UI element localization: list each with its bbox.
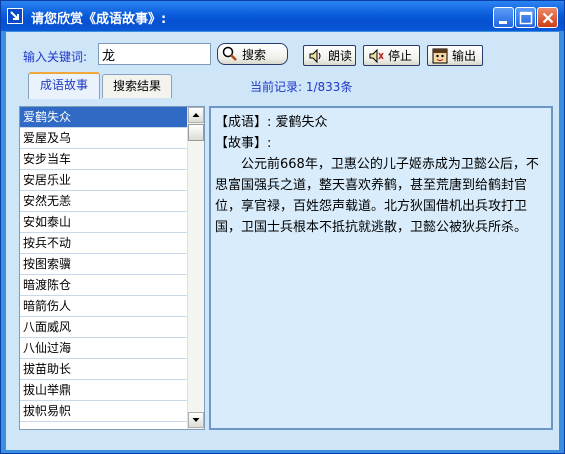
list-item[interactable]: 拔苗助长 <box>20 359 188 380</box>
down-arrow-icon <box>192 418 200 422</box>
list-item[interactable]: 拔山举鼎 <box>20 380 188 401</box>
speaker-icon <box>307 47 325 65</box>
scroll-up-button[interactable] <box>188 107 204 123</box>
story-text: 公元前668年，卫惠公的儿子姬赤成为卫懿公后，不思富国强兵之道，整天喜欢养鹤，甚… <box>215 157 539 235</box>
maximize-icon <box>519 11 533 25</box>
record-counter: 当前记录: 1/833条 <box>250 80 353 94</box>
idiom-line: 【成语】: 爱鹤失众 <box>215 115 328 130</box>
window-title: 请您欣赏《成语故事》: <box>31 12 167 27</box>
read-button-label: 朗读 <box>328 49 353 63</box>
tab-idiom-story[interactable]: 成语故事 <box>28 72 100 99</box>
up-arrow-icon <box>192 113 200 117</box>
scroll-down-button[interactable] <box>188 412 204 428</box>
story-panel[interactable]: 【成语】: 爱鹤失众 【故事】: 公元前668年，卫惠公的儿子姬赤成为卫懿公后，… <box>209 106 553 430</box>
search-button[interactable]: 搜索 <box>217 43 288 65</box>
list-scrollbar[interactable] <box>187 107 204 429</box>
list-item[interactable]: 暗渡陈仓 <box>20 275 188 296</box>
magnifier-icon <box>221 45 239 63</box>
maximize-button[interactable] <box>515 7 536 28</box>
exit-button[interactable]: 输出 <box>427 45 483 66</box>
list-item[interactable]: 爱屋及乌 <box>20 128 188 149</box>
list-item[interactable]: 爱鹤失众 <box>20 107 188 128</box>
stop-button-label: 停止 <box>388 49 413 63</box>
title-bar[interactable]: 请您欣赏《成语故事》: <box>1 1 564 31</box>
list-item[interactable]: 按图索骥 <box>20 254 188 275</box>
list-item[interactable]: 八仙过海 <box>20 338 188 359</box>
close-button[interactable] <box>537 7 558 28</box>
list-item[interactable]: 安居乐业 <box>20 170 188 191</box>
list-item[interactable]: 拔帜易帜 <box>20 401 188 422</box>
arrow-icon[interactable] <box>7 8 23 24</box>
tab-search-results[interactable]: 搜索结果 <box>102 74 172 98</box>
app-window: 请您欣赏《成语故事》: 输入关键词: 龙 搜索 朗读 停止 输出 成语故事 搜索… <box>0 0 565 454</box>
list-item[interactable]: 安如泰山 <box>20 212 188 233</box>
keyword-input[interactable] <box>98 43 211 65</box>
list-item[interactable]: 安步当车 <box>20 149 188 170</box>
search-button-label: 搜索 <box>242 47 267 62</box>
keyword-label: 输入关键词: <box>23 50 88 64</box>
speaker-stop-icon <box>367 47 385 65</box>
minimize-button[interactable] <box>493 7 514 28</box>
list-item[interactable]: 按兵不动 <box>20 233 188 254</box>
face-icon <box>431 47 449 65</box>
list-item[interactable]: 暗箭伤人 <box>20 296 188 317</box>
minimize-icon <box>499 21 507 24</box>
idiom-list-items: 爱鹤失众 爱屋及乌 安步当车 安居乐业 安然无恙 安如泰山 按兵不动 按图索骥 暗渡陈仓 暗箭伤人… <box>20 107 188 422</box>
idiom-list[interactable]: 爱鹤失众 爱屋及乌 安步当车 安居乐业 安然无恙 安如泰山 按兵不动 按图索骥 暗渡陈仓 暗箭伤人… <box>19 106 205 430</box>
client-area: 输入关键词: 搜索 朗读 <box>6 32 559 450</box>
stop-button[interactable]: 停止 <box>363 45 420 66</box>
exit-button-label: 输出 <box>452 49 477 63</box>
list-item[interactable]: 八面威风 <box>20 317 188 338</box>
story-heading: 【故事】: <box>215 136 272 151</box>
scroll-thumb[interactable] <box>188 124 204 141</box>
close-icon <box>542 12 554 24</box>
list-item[interactable]: 安然无恙 <box>20 191 188 212</box>
read-button[interactable]: 朗读 <box>303 45 356 66</box>
